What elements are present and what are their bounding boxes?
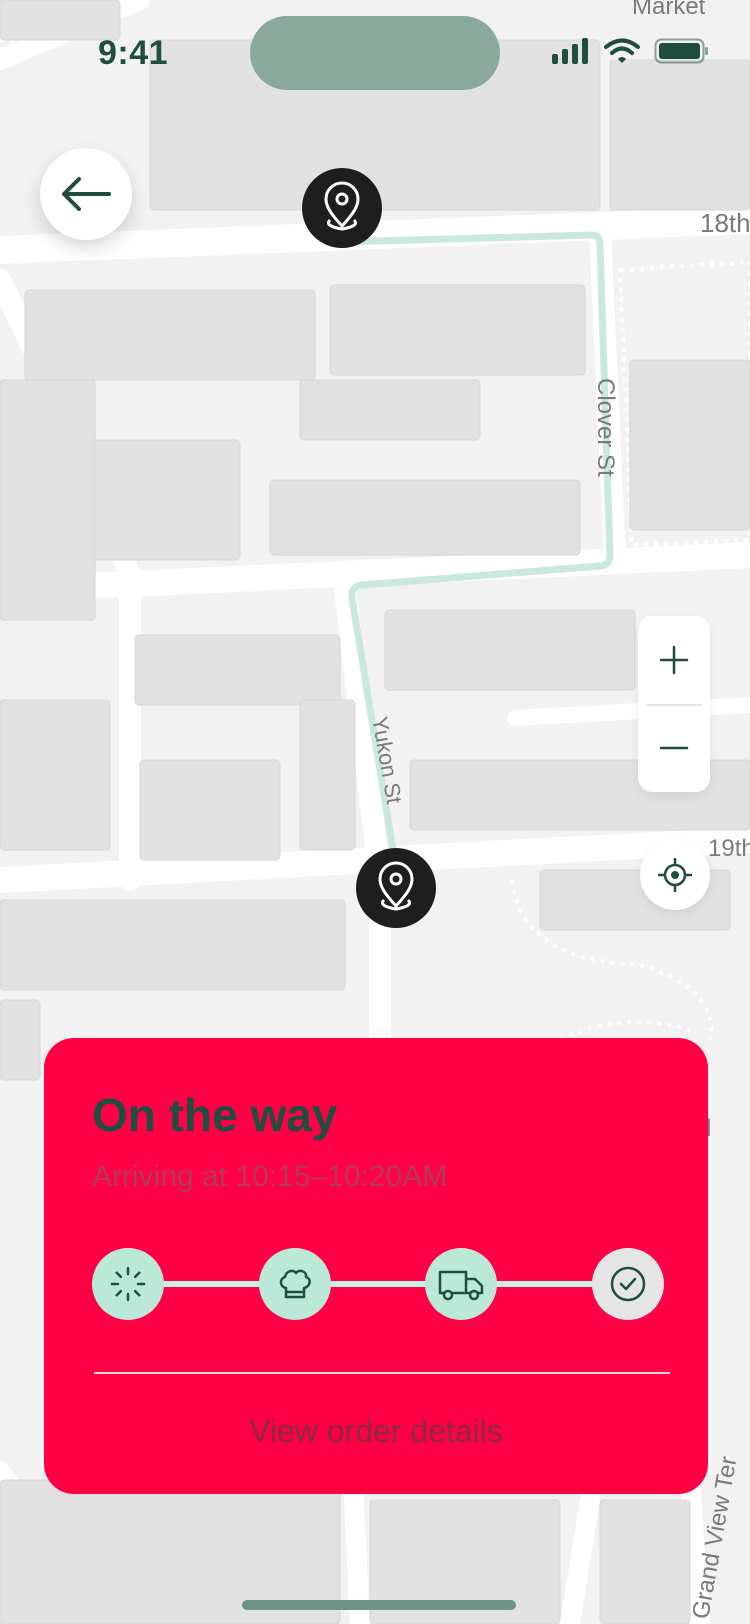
crosshair-icon: [658, 858, 692, 892]
zoom-out-button[interactable]: [638, 704, 710, 792]
order-progress-tracker: [92, 1248, 664, 1320]
progress-line: [128, 1281, 628, 1287]
zoom-in-button[interactable]: [638, 616, 710, 704]
truck-icon: [438, 1270, 484, 1301]
card-divider: [94, 1372, 670, 1374]
recenter-button[interactable]: [640, 840, 710, 910]
cellular-signal-icon: [552, 38, 588, 64]
home-indicator[interactable]: [242, 1600, 516, 1610]
plus-icon: [659, 645, 689, 675]
battery-icon: [654, 38, 708, 64]
back-button[interactable]: [40, 148, 132, 240]
order-status-title: On the way: [92, 1089, 338, 1141]
street-label-clover: Clover St: [592, 378, 619, 477]
order-status-card: On the way Arriving at 10:15–10:20AM Vie…: [44, 1038, 708, 1494]
street-label-market: Market: [632, 0, 706, 20]
step-delivered: [592, 1248, 664, 1320]
zoom-control: [638, 616, 710, 792]
arrow-left-icon: [62, 177, 111, 211]
view-order-details-link[interactable]: View order details: [44, 1413, 708, 1450]
pickup-pin[interactable]: [302, 168, 382, 248]
arrival-time: Arriving at 10:15–10:20AM: [92, 1160, 448, 1193]
street-label-18th: 18th: [700, 208, 750, 238]
zoom-divider: [646, 704, 702, 706]
chef-hat-icon: [279, 1269, 311, 1299]
check-circle-icon: [610, 1266, 646, 1302]
spinner-icon: [110, 1266, 146, 1302]
wifi-icon: [604, 38, 640, 63]
dynamic-island: [250, 16, 500, 90]
step-order-received: [92, 1248, 164, 1320]
status-icons: [552, 38, 710, 64]
status-time: 9:41: [98, 34, 169, 72]
step-on-the-way: [425, 1248, 497, 1320]
dropoff-pin[interactable]: [356, 848, 436, 928]
street-label-19th: 19th: [708, 835, 750, 862]
minus-icon: [659, 746, 689, 750]
step-preparing: [259, 1248, 331, 1320]
